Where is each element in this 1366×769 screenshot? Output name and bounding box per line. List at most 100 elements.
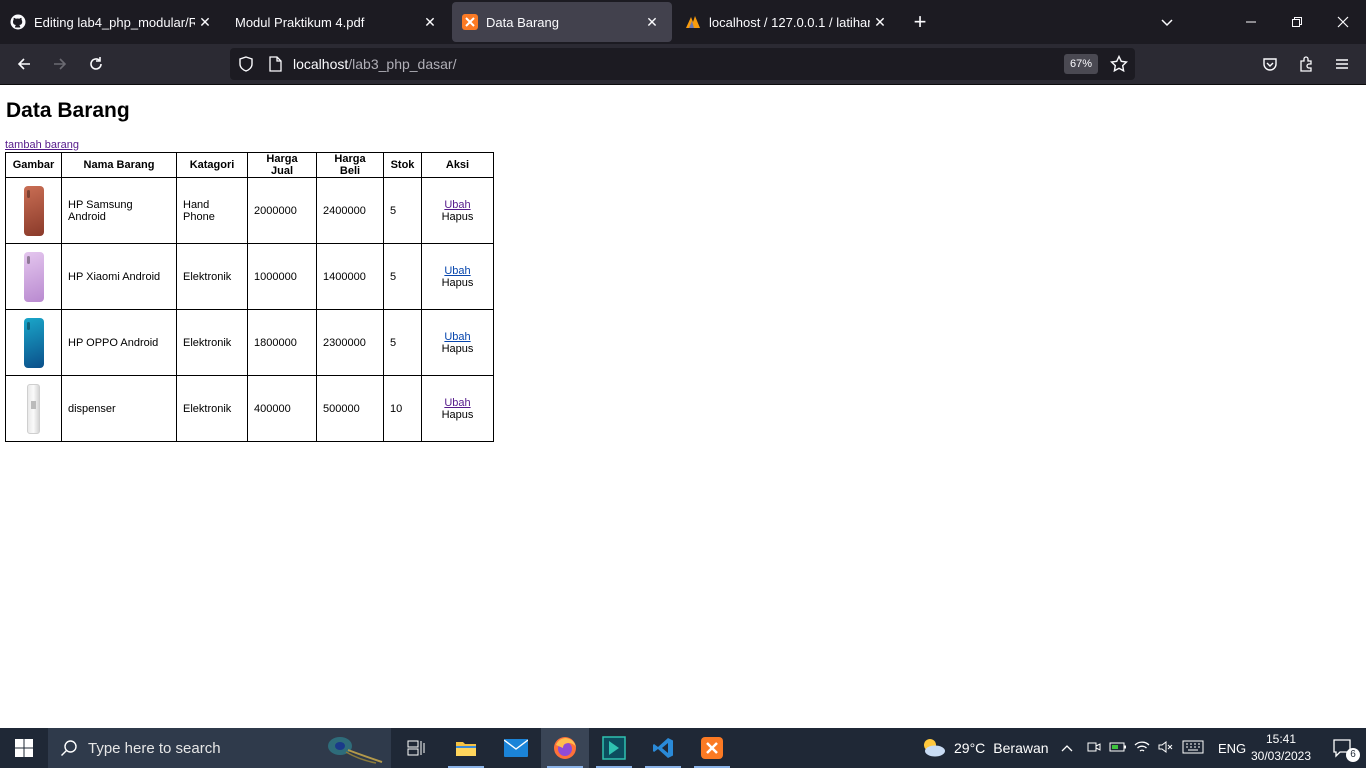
page-title: Data Barang [6,99,130,122]
wifi-icon[interactable] [1130,740,1154,757]
clock-time: 15:41 [1265,732,1297,746]
extensions-icon[interactable] [1290,48,1322,80]
minimize-icon[interactable] [1228,0,1274,44]
list-all-tabs-icon[interactable] [1144,0,1190,44]
stok-cell: 5 [383,243,422,310]
forward-button[interactable] [44,48,76,80]
column-header: Harga Jual [247,152,317,178]
nama-cell: HP Samsung Android [61,177,177,244]
github-icon [10,14,26,30]
delete-label[interactable]: Hapus [442,343,474,355]
pocket-icon[interactable] [1254,48,1286,80]
kategori-cell: Hand Phone [176,177,248,244]
product-image-cell [5,375,62,442]
page-content: Data Barang tambah barang Gambar Nama Ba… [0,86,1366,728]
tab-phpmyadmin[interactable]: localhost / 127.0.0.1 / latihan1 / ✕ [675,2,900,42]
start-button[interactable] [0,728,48,768]
close-window-icon[interactable] [1320,0,1366,44]
weather-cloud-icon[interactable] [920,737,946,760]
harga-beli-cell: 2400000 [316,177,384,244]
tab-modul-pdf[interactable]: Modul Praktikum 4.pdf ✕ [225,2,450,42]
clock-date: 30/03/2023 [1250,749,1312,763]
taskbar-clock[interactable]: 15:41 30/03/2023 [1246,731,1316,765]
input-language[interactable]: ENG [1218,741,1246,756]
show-hidden-icons-chevron-icon[interactable] [1058,740,1076,756]
aksi-cell: Ubah Hapus [421,309,494,376]
table-row: dispenser Elektronik 400000 500000 10 Ub… [5,375,494,442]
add-item-link[interactable]: tambah barang [5,139,79,151]
tab-data-barang[interactable]: Data Barang ✕ [452,2,672,42]
kategori-cell: Elektronik [176,309,248,376]
stok-cell: 10 [383,375,422,442]
windows-logo-icon [15,739,33,757]
tab-github-editing[interactable]: Editing lab4_php_modular/REA ✕ [0,2,225,42]
browser-tab-strip: Editing lab4_php_modular/REA ✕ Modul Pra… [0,0,1366,44]
vscode-icon[interactable] [639,728,687,768]
taskbar-search-box[interactable]: Type here to search [48,728,391,768]
stok-cell: 5 [383,177,422,244]
codeblocks-app-icon[interactable] [590,728,638,768]
url-text[interactable]: localhost/lab3_php_dasar/ [293,56,456,72]
delete-label[interactable]: Hapus [442,211,474,223]
table-header-row: Gambar Nama Barang Katagori Harga Jual H… [5,152,494,178]
xampp-icon [462,14,478,30]
firefox-icon[interactable] [541,728,589,768]
bookmark-star-icon[interactable] [1109,54,1129,78]
app-menu-icon[interactable] [1326,48,1358,80]
back-button[interactable] [8,48,40,80]
volume-muted-icon[interactable] [1154,740,1178,757]
column-header: Stok [383,152,422,178]
aksi-cell: Ubah Hapus [421,375,494,442]
search-icon [60,739,78,762]
kategori-cell: Elektronik [176,375,248,442]
new-tab-button[interactable]: + [900,2,940,42]
nama-cell: HP Xiaomi Android [61,243,177,310]
harga-beli-cell: 2300000 [316,309,384,376]
edit-link[interactable]: Ubah [444,397,470,409]
address-bar[interactable]: localhost/lab3_php_dasar/ 67% [230,48,1135,80]
task-view-icon[interactable] [392,728,440,768]
stok-cell: 5 [383,309,422,376]
harga-jual-cell: 2000000 [247,177,317,244]
page-info-icon[interactable] [268,56,282,77]
notification-center-icon[interactable]: 6 [1318,728,1366,768]
table-row: HP OPPO Android Elektronik 1800000 23000… [5,309,494,376]
system-tray: 29°C Berawan [920,728,1049,768]
column-header: Aksi [421,152,494,178]
edit-link[interactable]: Ubah [444,199,470,211]
weather-temp[interactable]: 29°C [954,740,985,756]
file-explorer-icon[interactable] [442,728,490,768]
touch-keyboard-icon[interactable] [1178,740,1208,757]
battery-icon[interactable] [1106,740,1130,756]
nama-cell: HP OPPO Android [61,309,177,376]
mail-icon[interactable] [492,728,540,768]
search-highlight-peacock-icon [320,732,384,769]
edit-link[interactable]: Ubah [444,265,470,277]
meet-now-icon[interactable] [1082,740,1106,757]
windows-taskbar: Type here to search 29°C Berawan ENG 15:… [0,728,1366,768]
tab-label: Editing lab4_php_modular/REA [34,14,195,30]
tab-close-icon[interactable]: ✕ [195,14,215,31]
harga-jual-cell: 400000 [247,375,317,442]
delete-label[interactable]: Hapus [442,277,474,289]
column-header: Harga Beli [316,152,384,178]
weather-desc[interactable]: Berawan [993,740,1048,756]
column-header: Katagori [176,152,248,178]
tab-close-icon[interactable]: ✕ [870,14,890,31]
edit-link[interactable]: Ubah [444,331,470,343]
xampp-control-icon[interactable] [688,728,736,768]
phone-samsung-image [23,185,44,236]
notification-count-badge: 6 [1346,748,1360,762]
tab-close-icon[interactable]: ✕ [420,14,440,31]
navigation-toolbar: localhost/lab3_php_dasar/ 67% [0,44,1366,85]
zoom-level-button[interactable]: 67% [1064,54,1099,74]
dispenser-image [27,383,40,434]
tray-icons: ENG [1058,728,1246,768]
reload-button[interactable] [80,48,112,80]
tracking-protection-shield-icon[interactable] [238,56,254,77]
delete-label[interactable]: Hapus [442,409,474,421]
tab-close-icon[interactable]: ✕ [642,14,662,31]
restore-icon[interactable] [1274,0,1320,44]
tab-label: Data Barang [486,14,559,30]
nama-cell: dispenser [61,375,177,442]
